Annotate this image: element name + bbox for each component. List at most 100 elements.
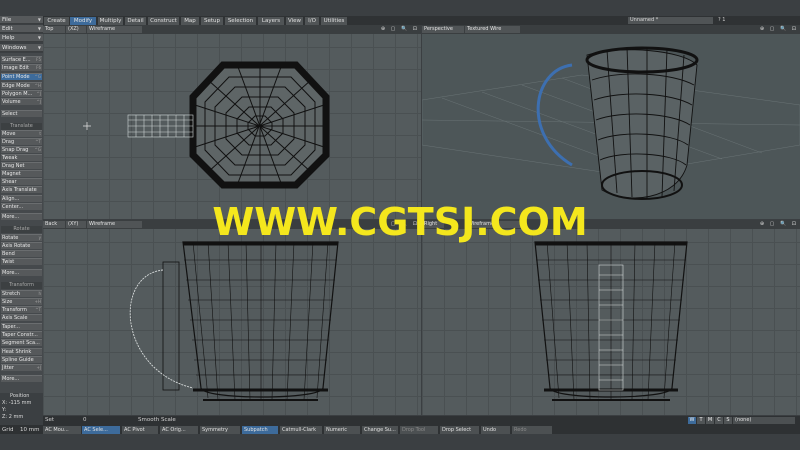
shortcut-hint: ^T [35,307,41,312]
render-mode-select[interactable]: Textured Wire [465,26,520,33]
render-mode-select[interactable]: Wireframe [87,26,142,33]
symmetry-button[interactable]: Symmetry [200,426,240,434]
view-select[interactable]: Back [43,221,65,228]
tab-multiply[interactable]: Multiply [98,17,123,25]
shortcut-hint: ^J [36,99,41,104]
tool-button-drag[interactable]: Drag ^T [1,138,42,145]
bottom-toolbar: Grid 10 mm AC Mou... AC Sele... AC Pivot AC… [0,425,800,434]
wtmcs-t-button[interactable]: T [697,417,705,424]
shortcut-hint: ^G [34,74,41,79]
tool-button-volume[interactable]: Volume ^J [1,98,42,105]
tab-detail[interactable]: Detail [125,17,146,25]
numeric-button[interactable]: Numeric [324,426,360,434]
tool-button-rotate[interactable]: Rotate y [1,234,42,241]
viewport-nav-icons[interactable]: ⊕ ▢ 🔍 ⊡ [758,26,798,33]
viewport-top[interactable]: Top (XZ) Wireframe ⊕ ▢ 🔍 ⊡ [43,25,421,219]
tool-button-taper[interactable]: Taper... [1,323,42,330]
tool-label: Rotate [13,226,30,232]
menu-edit[interactable]: Edit ▼ [0,25,43,33]
catmull-clark-button[interactable]: Catmull-Clark [280,426,322,434]
tool-button-axis-scale[interactable]: Axis Scale [1,314,42,321]
tool-button-twist[interactable]: Twist [1,258,42,265]
render-mode-select[interactable]: Wireframe [87,221,142,228]
tool-button-move[interactable]: Move t [1,130,42,137]
wtmcs-s-button[interactable]: S [724,417,732,424]
tool-button-transform[interactable]: Transform ^T [1,306,42,313]
tool-button-image-edit[interactable]: Image Edit F6 [1,64,42,71]
tool-button-edge-mode[interactable]: Edge Mode ^H [1,82,42,89]
tool-button-align[interactable]: Align... [1,195,42,202]
ac-mou-button[interactable]: AC Mou... [43,426,81,434]
cursor-crosshair-icon [83,122,91,130]
tool-button-drag-net[interactable]: Drag Net [1,162,42,169]
drop-select-button[interactable]: Drop Select [440,426,479,434]
tab-construct[interactable]: Construct [148,17,179,25]
ac-sele-button[interactable]: AC Sele... [82,426,120,434]
perspective-mesh [422,46,800,200]
change-su-button[interactable]: Change Su... [362,426,398,434]
drop-tool-button[interactable]: Drop Tool [400,426,438,434]
tool-button-heat-shrink[interactable]: Heat Shrink [1,348,42,355]
tab-modify[interactable]: Modify [70,17,96,25]
tool-label: Move [2,131,16,137]
tool-button-more[interactable]: More... [1,269,42,276]
tool-button-more[interactable]: More... [1,213,42,220]
subpatch-button[interactable]: Subpatch [242,426,278,434]
axis-select[interactable]: (XY) [66,221,86,228]
tool-button-axis-translate[interactable]: Axis Translate [1,186,42,193]
tool-button-select[interactable]: Select [1,110,42,117]
tool-button-axis-rotate[interactable]: Axis Rotate [1,242,42,249]
tool-button-bend[interactable]: Bend [1,250,42,257]
tool-label: Rotate [2,235,19,241]
axis-select[interactable]: (XZ) [66,26,86,33]
viewport-back[interactable]: Back (XY) Wireframe ⊕ ▢ 🔍 ⊡ [43,220,421,415]
tool-label: Drag [2,139,15,145]
menu-help[interactable]: Help ▼ [0,34,43,42]
tool-button-shear[interactable]: Shear [1,178,42,185]
viewport-perspective[interactable]: Perspective Textured Wire ⊕ ▢ 🔍 ⊡ [422,25,800,219]
shortcut-hint: t [39,131,41,136]
tool-label: Axis Translate [2,187,37,193]
tab-create[interactable]: Create [44,17,69,25]
tool-button-point-mode[interactable]: Point Mode ^G [1,73,42,80]
ac-pivot-button[interactable]: AC Pivot [122,426,158,434]
tab-view[interactable]: View [286,17,303,25]
wtmcs-w-button[interactable]: W [688,417,696,424]
tool-button-stretch[interactable]: Stretch h [1,290,42,297]
tool-button-more[interactable]: More... [1,375,42,382]
tab-map[interactable]: Map [181,17,199,25]
selection-set-dropdown[interactable]: (none) [733,417,795,424]
redo-button[interactable]: Redo [512,426,552,434]
document-title[interactable]: Unnamed * [628,17,713,24]
ac-orig-button[interactable]: AC Orig... [160,426,198,434]
menu-windows[interactable]: Windows ▼ [0,44,43,52]
viewport-nav-icons[interactable]: ⊕ ▢ 🔍 ⊡ [379,26,419,33]
layer-indicator[interactable]: ? 1 [718,17,725,24]
undo-button[interactable]: Undo [481,426,510,434]
tool-button-segment-sca[interactable]: Segment Sca... [1,339,42,346]
wtmcs-m-button[interactable]: M [706,417,714,424]
wtmcs-c-button[interactable]: C [715,417,723,424]
tab-selection[interactable]: Selection [225,17,256,25]
viewport-header: Top (XZ) Wireframe ⊕ ▢ 🔍 ⊡ [43,25,421,34]
viewport-nav-icons[interactable]: ⊕ ▢ 🔍 ⊡ [758,221,798,228]
tab-utilities[interactable]: Utilities [321,17,347,25]
tab-layers[interactable]: Layers [258,17,284,25]
tool-button-size[interactable]: Size +H [1,298,42,305]
tool-button-taper-constr[interactable]: Taper Constr... [1,331,42,338]
tool-button-spline-guide[interactable]: Spline Guide [1,356,42,363]
tool-button-snap-drag[interactable]: Snap Drag ^G [1,146,42,153]
tool-button-tweak[interactable]: Tweak [1,154,42,161]
tab-setup[interactable]: Setup [201,17,223,25]
viewport-right[interactable]: Right Wireframe ⊕ ▢ 🔍 ⊡ [422,220,800,415]
menu-file[interactable]: File ▼ [0,16,43,24]
view-select[interactable]: Perspective [422,26,464,33]
tool-button-center[interactable]: Center... [1,203,42,210]
tool-button-surface-e[interactable]: Surface E... F5 [1,56,42,63]
tab-i-o[interactable]: I/O [305,17,319,25]
position-z: Z: 2 mm [2,414,24,420]
tool-button-jitter[interactable]: Jitter +J [1,364,42,371]
tool-button-polygon-m[interactable]: Polygon M... ^J [1,90,42,97]
view-select[interactable]: Top [43,26,65,33]
tool-button-magnet[interactable]: Magnet [1,170,42,177]
